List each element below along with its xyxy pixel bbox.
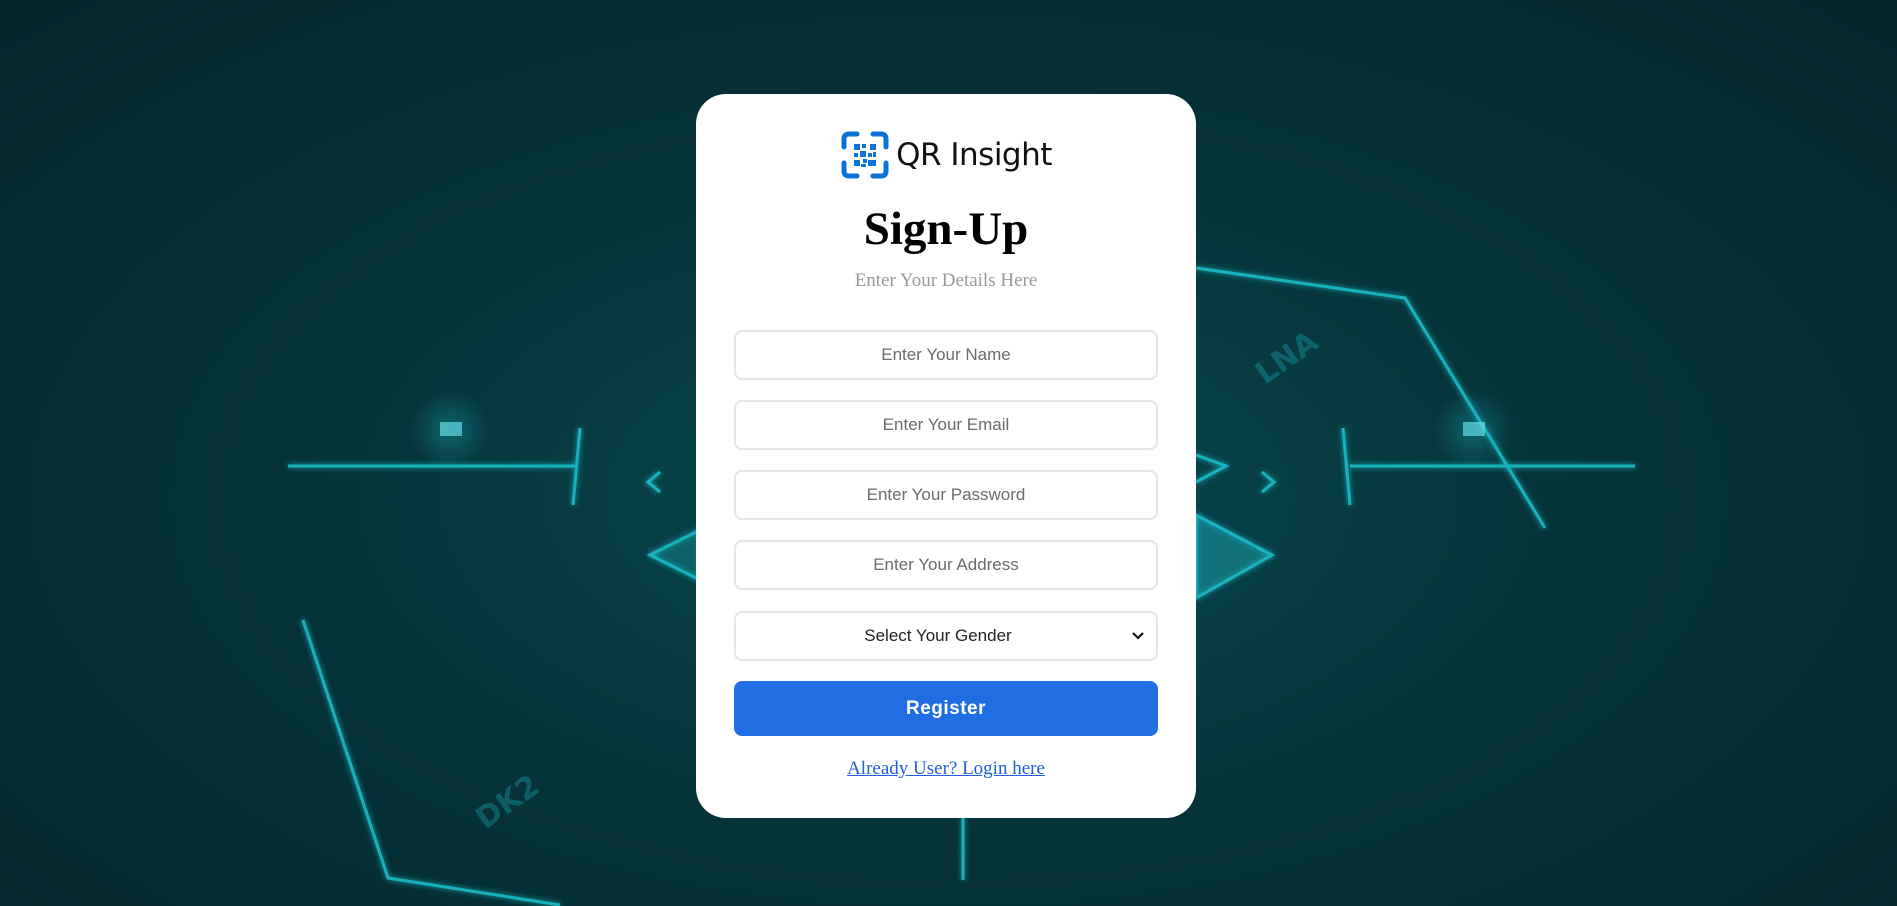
page-subtitle: Enter Your Details Here (854, 270, 1038, 291)
page-title: Sign-Up (863, 203, 1029, 255)
brand-name: QR Insight (896, 137, 1052, 173)
signup-card: QR Insight Sign-Up Enter Your Details He… (696, 94, 1196, 818)
login-link[interactable]: Already User? Login here (696, 758, 1196, 780)
email-input[interactable] (734, 400, 1158, 450)
gender-select[interactable]: Select Your Gender (734, 611, 1158, 661)
qr-scan-icon (841, 131, 889, 179)
address-input[interactable] (734, 540, 1158, 590)
name-input[interactable] (734, 330, 1158, 380)
svg-text:DK2: DK2 (470, 768, 547, 836)
gender-select-value: Select Your Gender (864, 626, 1012, 645)
chevron-down-icon (1132, 632, 1144, 640)
svg-text:LNA: LNA (1250, 324, 1326, 392)
password-input[interactable] (734, 470, 1158, 520)
register-button[interactable]: Register (734, 681, 1158, 736)
brand-logo: QR Insight (696, 130, 1196, 180)
